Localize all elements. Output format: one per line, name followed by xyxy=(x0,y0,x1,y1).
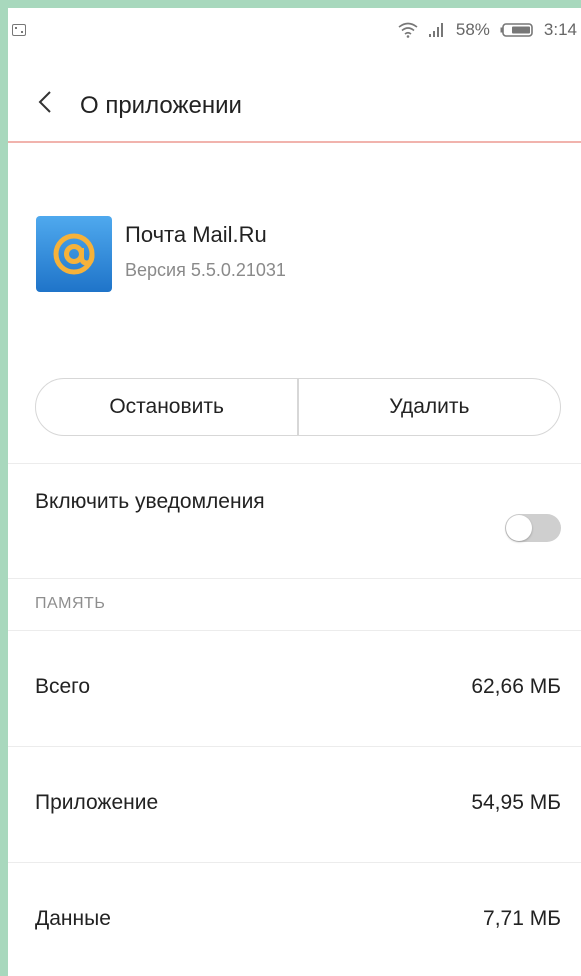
app-version: Версия 5.5.0.21031 xyxy=(125,260,286,280)
storage-label: Всего xyxy=(35,675,91,698)
storage-label: Приложение xyxy=(35,791,159,814)
header-accent-line xyxy=(8,141,581,143)
mail-app-icon xyxy=(36,216,112,292)
chevron-left-icon xyxy=(38,90,52,119)
storage-value: 62,66 МБ xyxy=(471,675,561,698)
divider xyxy=(8,578,581,579)
page-title: О приложении xyxy=(80,92,242,119)
header: О приложении xyxy=(8,66,581,146)
signal-icon xyxy=(428,22,446,38)
notifications-row[interactable]: Включить уведомления xyxy=(8,464,581,578)
delete-button[interactable]: Удалить xyxy=(299,379,560,435)
back-button[interactable] xyxy=(30,84,60,124)
toggle-knob xyxy=(506,515,532,541)
stop-button[interactable]: Остановить xyxy=(36,379,297,435)
storage-value: 7,71 МБ xyxy=(483,907,561,930)
app-info-screen: 58% 3:14 О приложении Почта Mail.Ru Верс… xyxy=(8,8,581,976)
screenshot-notification-icon xyxy=(12,24,26,36)
storage-value: 54,95 МБ xyxy=(471,791,561,814)
wifi-icon xyxy=(398,22,418,38)
storage-row-data: Данные 7,71 МБ xyxy=(8,863,581,976)
storage-label: Данные xyxy=(35,907,111,930)
status-bar: 58% 3:14 xyxy=(8,8,581,52)
battery-icon xyxy=(500,22,534,38)
notifications-toggle[interactable] xyxy=(505,514,561,542)
storage-row-app: Приложение 54,95 МБ xyxy=(8,747,581,862)
app-action-buttons: Остановить Удалить xyxy=(35,378,561,436)
battery-percent: 58% xyxy=(455,20,490,39)
notifications-label: Включить уведомления xyxy=(35,490,265,513)
app-name: Почта Mail.Ru xyxy=(125,222,267,247)
app-info: Почта Mail.Ru Версия 5.5.0.21031 xyxy=(8,208,581,298)
clock: 3:14 xyxy=(543,20,577,39)
storage-section-header: ПАМЯТЬ xyxy=(35,595,106,612)
status-bar-right: 58% 3:14 xyxy=(398,18,577,42)
storage-row-total: Всего 62,66 МБ xyxy=(8,631,581,746)
